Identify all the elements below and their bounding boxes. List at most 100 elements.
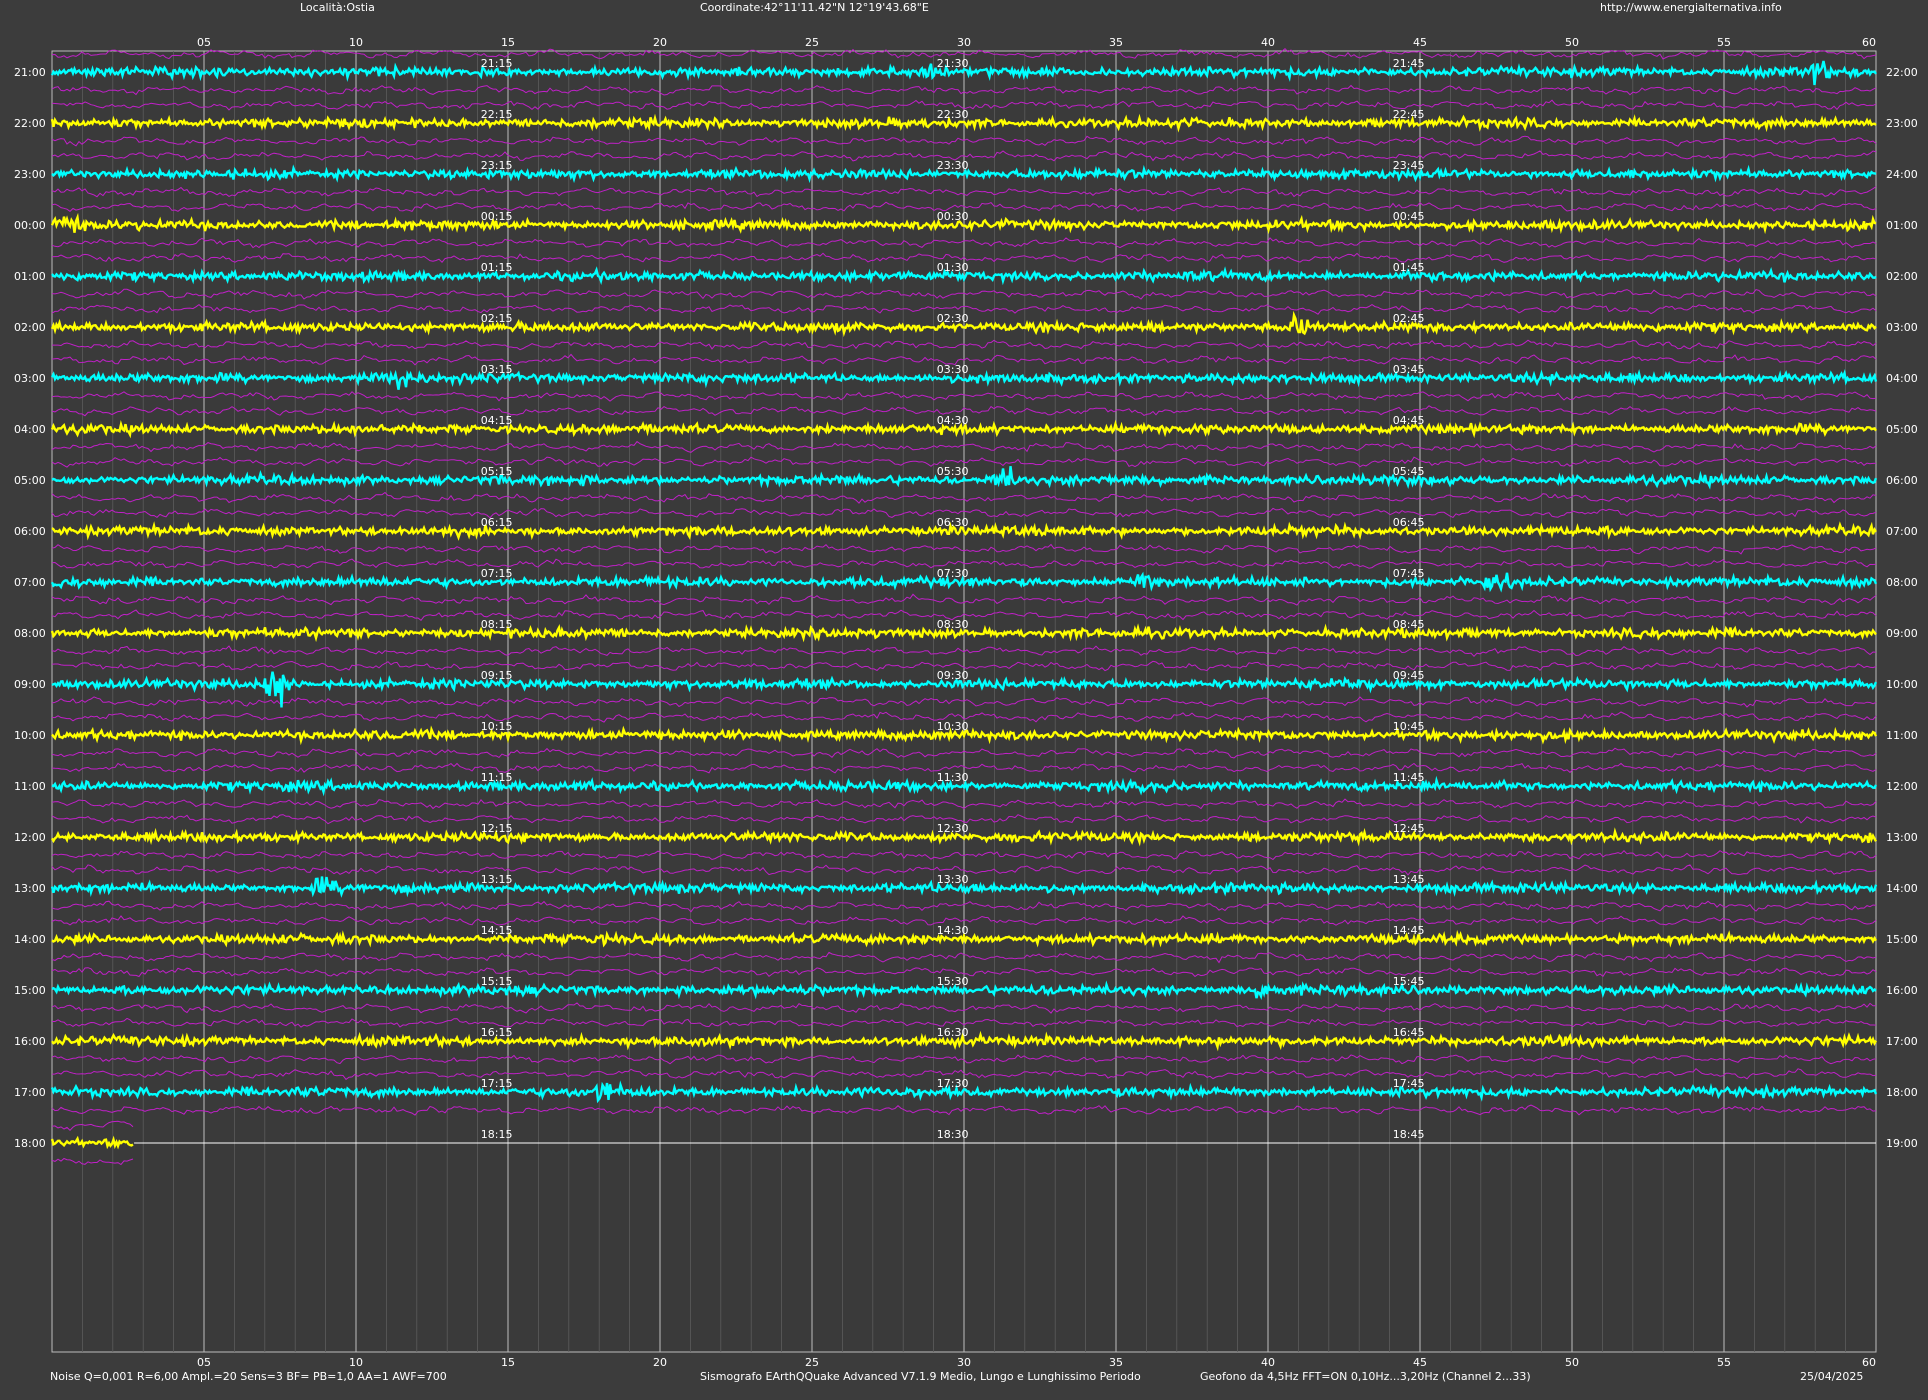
quarter-hour-label: 12:45 — [1393, 822, 1425, 835]
quarter-hour-label: 09:15 — [481, 669, 513, 682]
quarter-hour-label: 05:30 — [937, 465, 969, 478]
quarter-hour-label: 22:30 — [937, 108, 969, 121]
quarter-hour-label: 08:15 — [481, 618, 513, 631]
quarter-hour-label: 11:30 — [937, 771, 969, 784]
row-hour-label-left: 21:00 — [14, 66, 46, 79]
quarter-hour-label: 14:15 — [481, 924, 513, 937]
row-hour-label-left: 07:00 — [14, 576, 46, 589]
row-hour-label-right: 08:00 — [1886, 576, 1918, 589]
row-hour-label-left: 15:00 — [14, 984, 46, 997]
quarter-hour-label: 15:30 — [937, 975, 969, 988]
quarter-hour-label: 00:15 — [481, 210, 513, 223]
row-hour-label-left: 16:00 — [14, 1035, 46, 1048]
x-tick-label: 45 — [1413, 36, 1427, 49]
quarter-hour-label: 21:45 — [1393, 57, 1425, 70]
x-tick-label: 40 — [1261, 36, 1275, 49]
row-hour-label-right: 13:00 — [1886, 831, 1918, 844]
row-hour-label-left: 23:00 — [14, 168, 46, 181]
quarter-hour-label: 04:15 — [481, 414, 513, 427]
quarter-hour-label: 17:15 — [481, 1077, 513, 1090]
quarter-hour-label: 17:30 — [937, 1077, 969, 1090]
x-tick-label: 60 — [1862, 36, 1876, 49]
x-tick-label: 05 — [197, 1356, 211, 1369]
x-tick-label: 20 — [653, 1356, 667, 1369]
row-hour-label-left: 10:00 — [14, 729, 46, 742]
row-hour-label-left: 00:00 — [14, 219, 46, 232]
quarter-hour-label: 00:45 — [1393, 210, 1425, 223]
x-tick-label: 50 — [1565, 1356, 1579, 1369]
quarter-hour-label: 07:45 — [1393, 567, 1425, 580]
x-tick-label: 35 — [1109, 36, 1123, 49]
x-tick-label: 30 — [957, 1356, 971, 1369]
row-hour-label-left: 22:00 — [14, 117, 46, 130]
quarter-hour-label: 09:45 — [1393, 669, 1425, 682]
x-tick-label: 30 — [957, 36, 971, 49]
quarter-hour-label: 10:45 — [1393, 720, 1425, 733]
quarter-hour-label: 04:30 — [937, 414, 969, 427]
x-tick-label: 10 — [349, 36, 363, 49]
row-hour-label-right: 05:00 — [1886, 423, 1918, 436]
quarter-hour-label: 21:15 — [481, 57, 513, 70]
row-hour-label-left: 01:00 — [14, 270, 46, 283]
software-label: Sismografo EArthQQuake Advanced V7.1.9 M… — [700, 1370, 1141, 1383]
row-hour-label-left: 06:00 — [14, 525, 46, 538]
quarter-hour-label: 22:45 — [1393, 108, 1425, 121]
quarter-hour-label: 23:45 — [1393, 159, 1425, 172]
quarter-hour-label: 05:45 — [1393, 465, 1425, 478]
sensor-label: Geofono da 4,5Hz FFT=ON 0,10Hz...3,20Hz … — [1200, 1370, 1531, 1383]
row-hour-label-right: 06:00 — [1886, 474, 1918, 487]
x-tick-label: 05 — [197, 36, 211, 49]
quarter-hour-label: 03:45 — [1393, 363, 1425, 376]
quarter-hour-label: 18:15 — [481, 1128, 513, 1141]
seismogram-chart: 05 05 10 10 15 15 20 20 25 25 30 30 35 35 40 40 45 45 50 50… — [14, 36, 1918, 1369]
quarter-hour-label: 03:15 — [481, 363, 513, 376]
quarter-hour-label: 11:45 — [1393, 771, 1425, 784]
quarter-hour-label: 23:30 — [937, 159, 969, 172]
x-tick-label: 10 — [349, 1356, 363, 1369]
row-hour-label-right: 07:00 — [1886, 525, 1918, 538]
quarter-hour-label: 08:45 — [1393, 618, 1425, 631]
quarter-hour-label: 16:45 — [1393, 1026, 1425, 1039]
row-hour-label-right: 19:00 — [1886, 1137, 1918, 1150]
quarter-hour-label: 07:15 — [481, 567, 513, 580]
row-hour-label-left: 05:00 — [14, 474, 46, 487]
row-hour-label-right: 09:00 — [1886, 627, 1918, 640]
row-hour-label-left: 18:00 — [14, 1137, 46, 1150]
row-hour-label-right: 14:00 — [1886, 882, 1918, 895]
quarter-hour-label: 13:15 — [481, 873, 513, 886]
quarter-hour-label: 13:30 — [937, 873, 969, 886]
quarter-hour-label: 16:30 — [937, 1026, 969, 1039]
quarter-hour-label: 08:30 — [937, 618, 969, 631]
row-hour-label-right: 11:00 — [1886, 729, 1918, 742]
quarter-hour-label: 02:15 — [481, 312, 513, 325]
quarter-hour-label: 14:30 — [937, 924, 969, 937]
quarter-hour-label: 10:15 — [481, 720, 513, 733]
quarter-hour-label: 06:15 — [481, 516, 513, 529]
x-tick-label: 15 — [501, 1356, 515, 1369]
quarter-hour-label: 18:45 — [1393, 1128, 1425, 1141]
x-tick-label: 35 — [1109, 1356, 1123, 1369]
quarter-hour-label: 16:15 — [481, 1026, 513, 1039]
row-hour-label-left: 08:00 — [14, 627, 46, 640]
quarter-hour-label: 06:45 — [1393, 516, 1425, 529]
quarter-hour-label: 05:15 — [481, 465, 513, 478]
quarter-hour-label: 14:45 — [1393, 924, 1425, 937]
x-tick-label: 45 — [1413, 1356, 1427, 1369]
quarter-hour-label: 06:30 — [937, 516, 969, 529]
row-hour-label-right: 10:00 — [1886, 678, 1918, 691]
quarter-hour-label: 21:30 — [937, 57, 969, 70]
quarter-hour-label: 15:45 — [1393, 975, 1425, 988]
row-hour-label-right: 16:00 — [1886, 984, 1918, 997]
quarter-hour-label: 12:30 — [937, 822, 969, 835]
quarter-hour-label: 02:45 — [1393, 312, 1425, 325]
row-hour-label-left: 17:00 — [14, 1086, 46, 1099]
row-hour-label-right: 02:00 — [1886, 270, 1918, 283]
row-hour-label-right: 24:00 — [1886, 168, 1918, 181]
quarter-hour-label: 18:30 — [937, 1128, 969, 1141]
row-hour-label-right: 23:00 — [1886, 117, 1918, 130]
row-hour-label-left: 09:00 — [14, 678, 46, 691]
row-hour-label-left: 12:00 — [14, 831, 46, 844]
row-hour-label-right: 18:00 — [1886, 1086, 1918, 1099]
quarter-hour-label: 01:15 — [481, 261, 513, 274]
x-tick-label: 50 — [1565, 36, 1579, 49]
